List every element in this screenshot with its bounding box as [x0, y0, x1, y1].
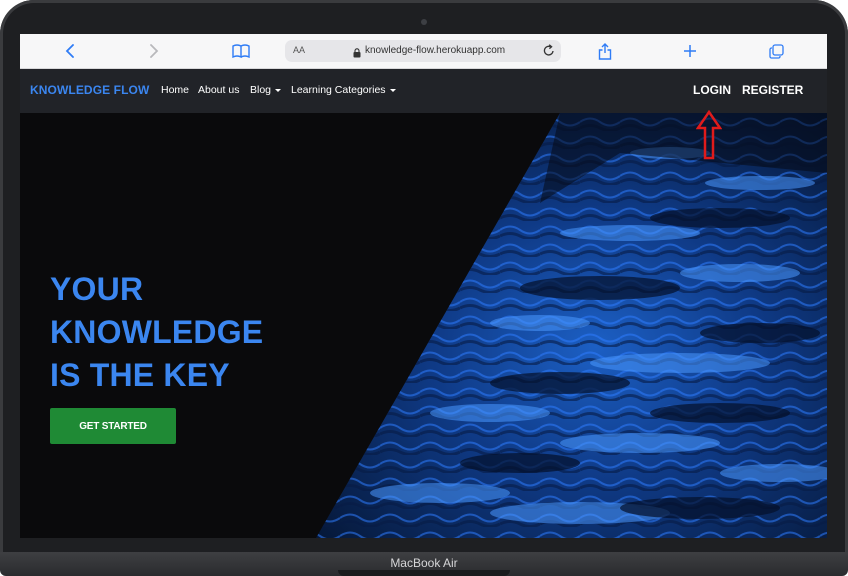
tabs-overview-icon[interactable] [766, 41, 786, 61]
reload-icon[interactable] [543, 44, 555, 62]
nav-blog-dropdown[interactable]: Blog [250, 84, 282, 96]
chevron-down-icon [275, 88, 282, 92]
address-bar[interactable]: AA knowledge-flow.herokuapp.com [285, 40, 561, 62]
laptop-frame: AA knowledge-flow.herokuapp.com KNOWLEDG… [0, 0, 848, 560]
login-link[interactable]: LOGIN [693, 83, 731, 97]
hero-headline-line1: YOUR [50, 271, 144, 307]
forward-icon[interactable] [144, 41, 164, 61]
hero-headline-line3: IS THE KEY [50, 357, 230, 393]
screen: AA knowledge-flow.herokuapp.com KNOWLEDG… [20, 34, 827, 538]
url-text: knowledge-flow.herokuapp.com [365, 45, 506, 56]
bookmarks-icon[interactable] [231, 41, 251, 61]
nav-home[interactable]: Home [161, 84, 189, 96]
nav-about-us[interactable]: About us [198, 84, 239, 96]
annotation-arrow-icon [696, 110, 722, 160]
get-started-button[interactable]: GET STARTED [50, 408, 176, 444]
camera-dot [421, 19, 427, 25]
hero-section: YOUR KNOWLEDGE IS THE KEY GET STARTED [20, 113, 827, 538]
register-link[interactable]: REGISTER [742, 83, 803, 97]
share-icon[interactable] [595, 41, 615, 61]
hero-headline-line2: KNOWLEDGE [50, 314, 264, 350]
hero-headline: YOUR KNOWLEDGE IS THE KEY [50, 268, 263, 397]
nav-learning-categories-dropdown[interactable]: Learning Categories [291, 84, 396, 96]
brand-logo[interactable]: KNOWLEDGE FLOW [30, 83, 149, 97]
chevron-down-icon [389, 88, 396, 92]
laptop-notch [338, 570, 510, 576]
browser-toolbar: AA knowledge-flow.herokuapp.com [20, 34, 827, 69]
nav-blog-label: Blog [250, 84, 272, 96]
lock-icon [353, 45, 361, 63]
back-icon[interactable] [60, 41, 80, 61]
new-tab-icon[interactable] [680, 41, 700, 61]
text-size-button[interactable]: AA [293, 45, 305, 55]
site-navbar: KNOWLEDGE FLOW Home About us Blog Learni… [20, 69, 827, 113]
nav-learning-categories-label: Learning Categories [291, 84, 386, 96]
device-label: MacBook Air [390, 556, 458, 570]
